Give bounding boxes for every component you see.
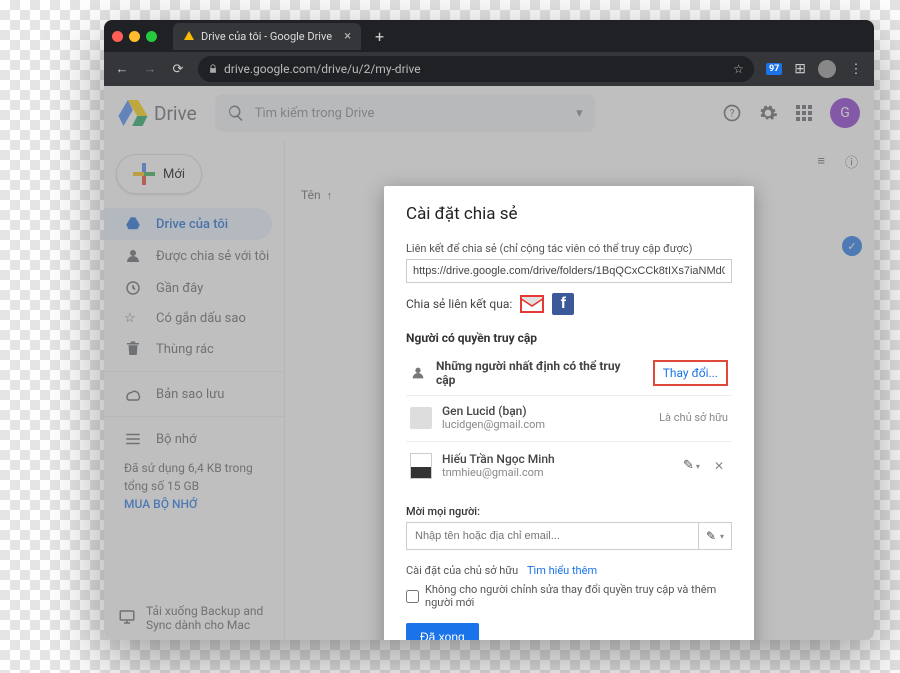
window-close-icon[interactable] xyxy=(112,31,123,42)
share-via-label: Chia sẻ liên kết qua: xyxy=(406,297,512,311)
browser-tab[interactable]: Drive của tôi - Google Drive × xyxy=(173,23,361,50)
dialog-title: Cài đặt chia sẻ xyxy=(406,204,732,224)
url-text: drive.google.com/drive/u/2/my-drive xyxy=(224,62,421,76)
change-access-button[interactable]: Thay đổi... xyxy=(653,360,728,386)
extension-badge[interactable]: 97 xyxy=(766,63,782,75)
share-dialog: Cài đặt chia sẻ Liên kết để chia sẻ (chỉ… xyxy=(384,186,754,640)
drive-app: Drive Tìm kiếm trong Drive ▾ ? G Mới xyxy=(104,86,874,640)
forward-button[interactable]: → xyxy=(142,61,158,77)
user-avatar xyxy=(410,453,432,479)
browser-window: Drive của tôi - Google Drive × + ← → ⟳ d… xyxy=(104,20,874,640)
access-header: Người có quyền truy cập xyxy=(406,331,732,345)
user-name: Hiếu Trần Ngọc Minh xyxy=(442,452,673,466)
invite-input[interactable] xyxy=(406,522,698,550)
new-tab-button[interactable]: + xyxy=(375,27,384,46)
edit-permission-button[interactable]: ✎▾ xyxy=(683,458,700,473)
url-bar: ← → ⟳ drive.google.com/drive/u/2/my-driv… xyxy=(104,52,874,86)
user-avatar xyxy=(410,407,432,429)
facebook-icon[interactable]: f xyxy=(552,293,574,315)
access-description: Những người nhất định có thể truy cập xyxy=(436,359,643,387)
done-button[interactable]: Đã xong xyxy=(406,623,479,640)
profile-avatar[interactable] xyxy=(818,60,836,78)
menu-icon[interactable]: ⋮ xyxy=(848,62,864,77)
extension-icon[interactable]: ⊞ xyxy=(794,61,806,77)
people-outline-icon xyxy=(410,365,426,381)
window-minimize-icon[interactable] xyxy=(129,31,140,42)
user-email: lucidgen@gmail.com xyxy=(442,418,649,431)
invite-permission-button[interactable]: ✎▾ xyxy=(698,522,732,550)
owner-settings-label: Cài đặt của chủ sở hữu xyxy=(406,564,518,577)
user-name: Gen Lucid (bạn) xyxy=(442,404,649,418)
remove-user-button[interactable]: ✕ xyxy=(710,459,728,473)
window-maximize-icon[interactable] xyxy=(146,31,157,42)
link-label: Liên kết để chia sẻ (chỉ cộng tác viên c… xyxy=(406,242,732,255)
invite-label: Mời mọi người: xyxy=(406,505,732,518)
restrict-label: Không cho người chỉnh sửa thay đổi quyền… xyxy=(425,583,732,609)
tab-title: Drive của tôi - Google Drive xyxy=(201,30,332,43)
tab-close-icon[interactable]: × xyxy=(344,29,351,44)
share-link-input[interactable] xyxy=(406,259,732,283)
restrict-checkbox-row[interactable]: Không cho người chỉnh sửa thay đổi quyền… xyxy=(406,583,732,609)
address-bar[interactable]: drive.google.com/drive/u/2/my-drive ☆ xyxy=(198,56,754,82)
back-button[interactable]: ← xyxy=(114,61,130,77)
owner-role: Là chủ sở hữu xyxy=(659,411,728,424)
lock-icon xyxy=(208,64,218,74)
user-email: tnmhieu@gmail.com xyxy=(442,466,673,479)
gmail-icon[interactable] xyxy=(520,295,544,313)
drive-favicon-icon xyxy=(183,30,195,42)
reload-button[interactable]: ⟳ xyxy=(170,62,186,77)
learn-more-link[interactable]: Tìm hiểu thêm xyxy=(527,564,597,577)
star-icon[interactable]: ☆ xyxy=(733,62,744,76)
tab-bar: Drive của tôi - Google Drive × + xyxy=(104,20,874,52)
restrict-checkbox[interactable] xyxy=(406,590,419,603)
